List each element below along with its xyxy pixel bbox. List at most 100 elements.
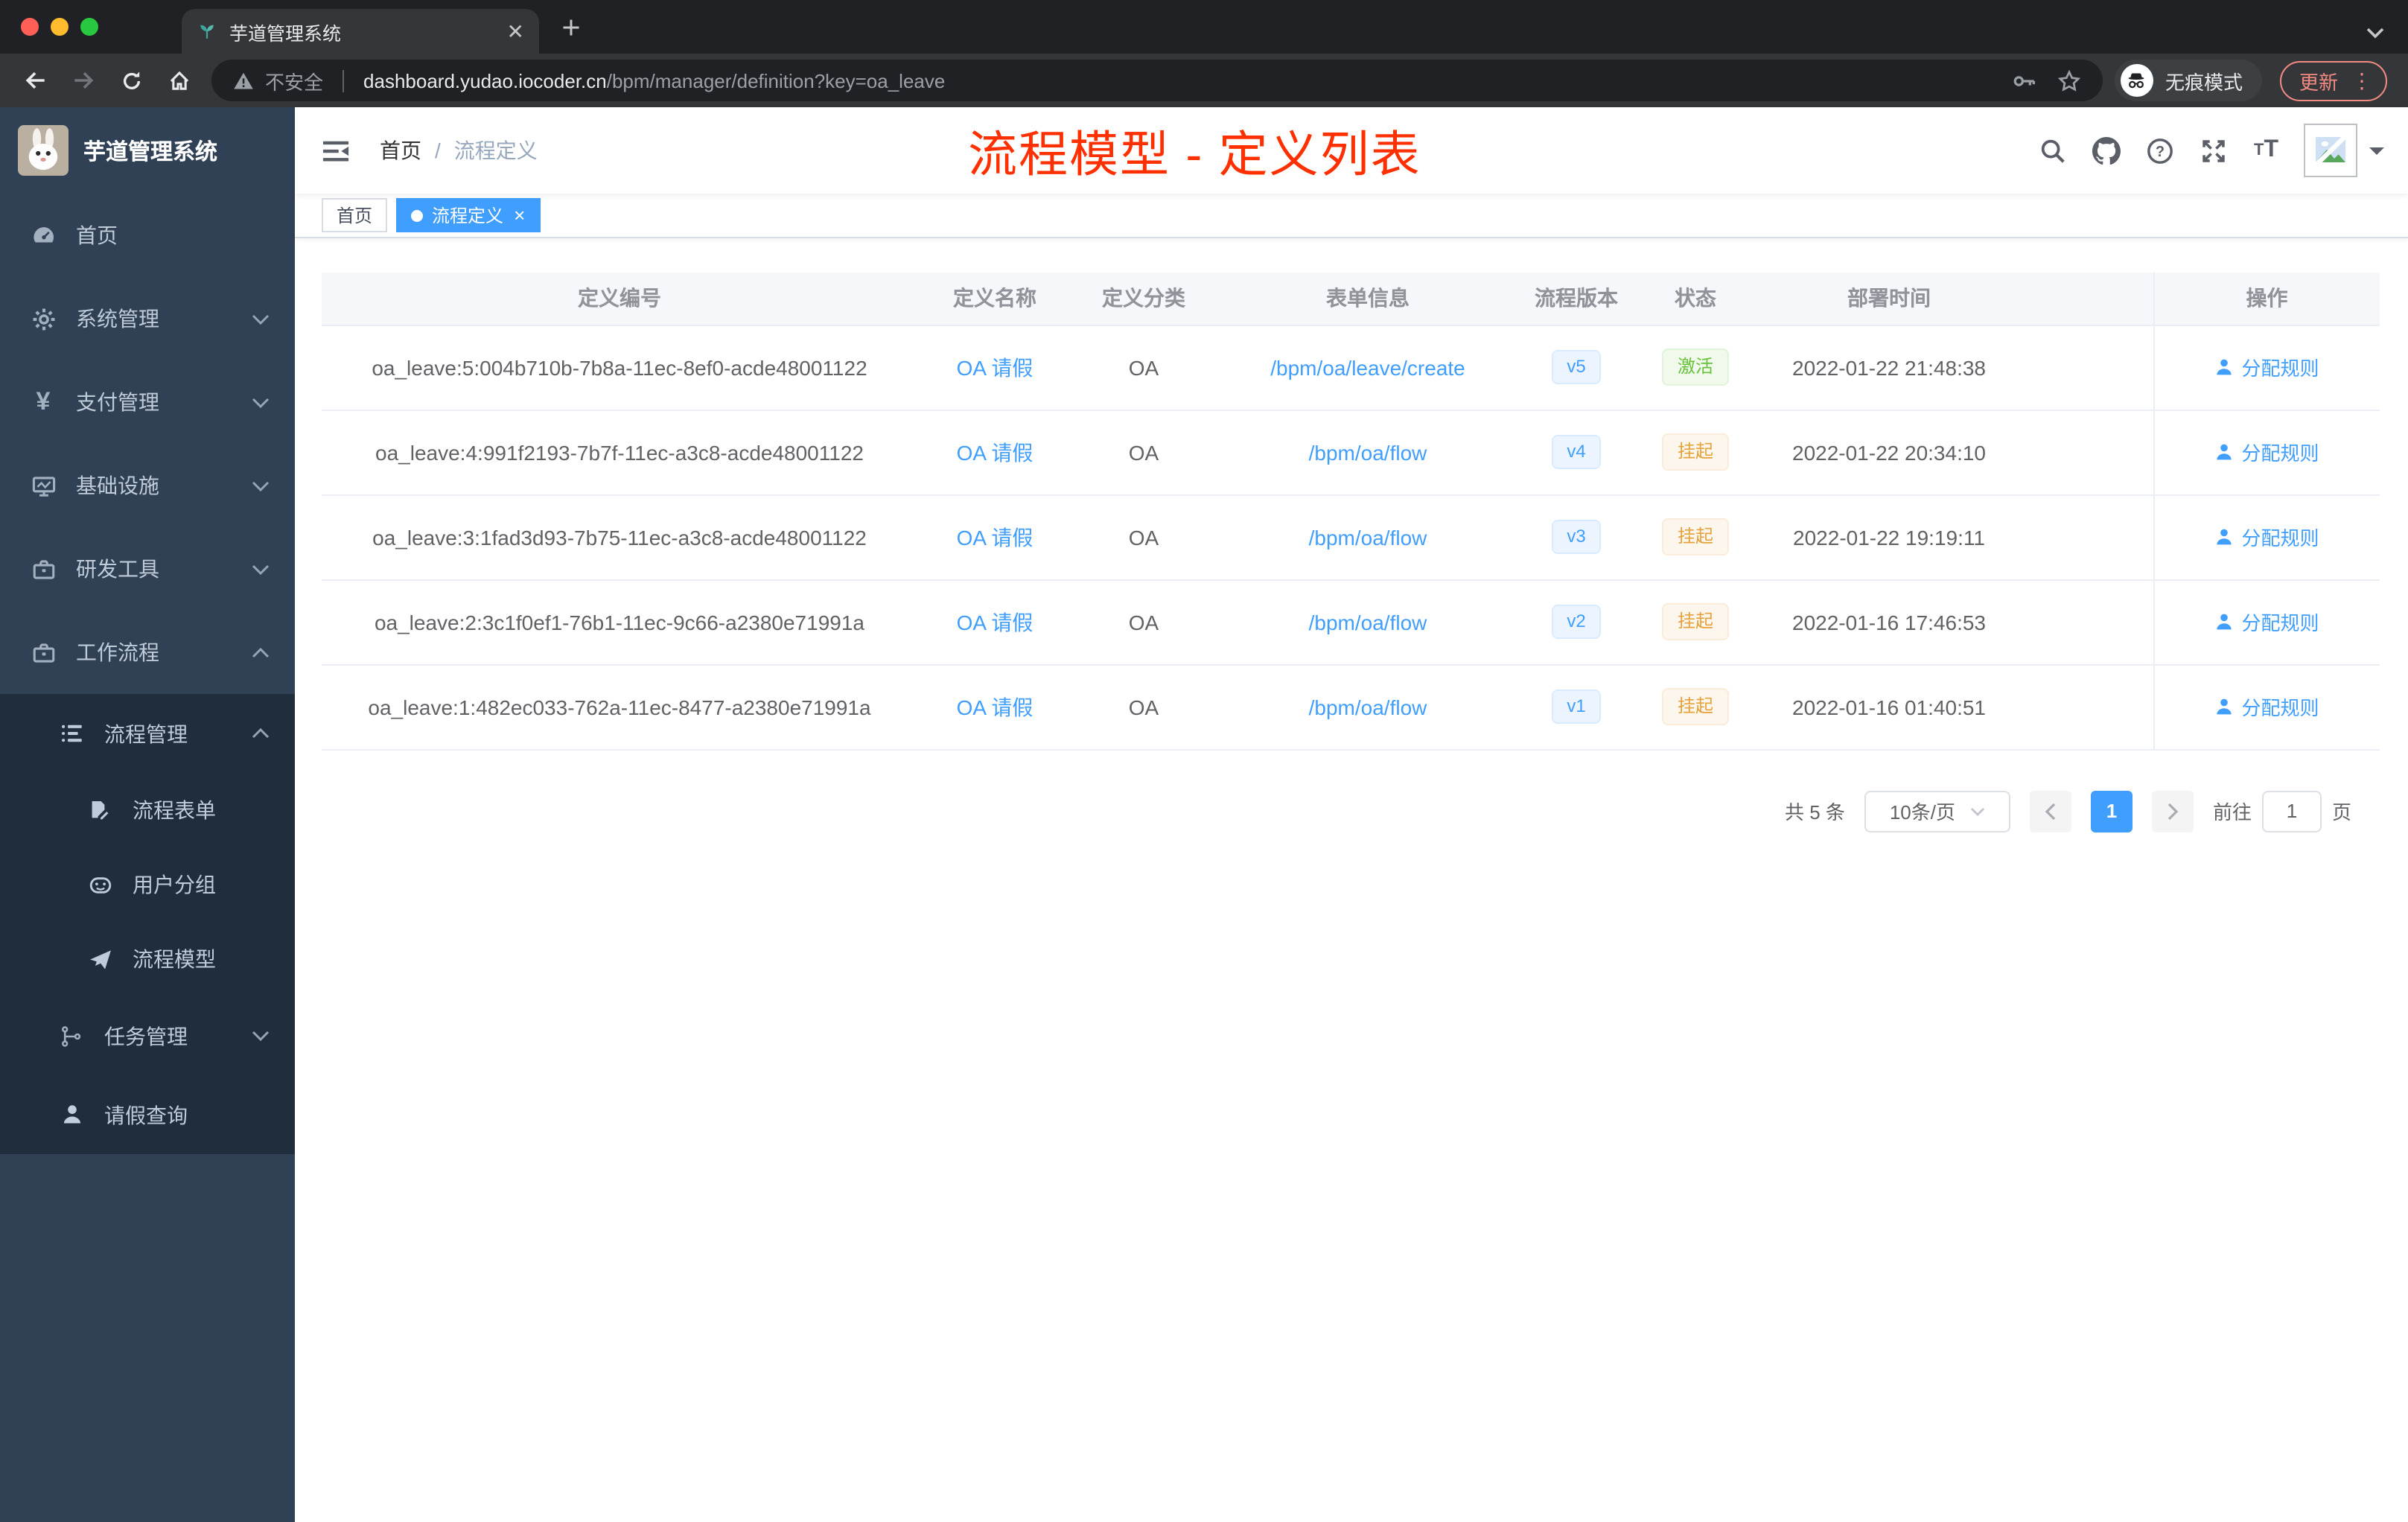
bookmark-star-icon[interactable] (2057, 68, 2082, 93)
next-page-button[interactable] (2151, 790, 2194, 832)
sidebar-menu: 首页 系统管理 ¥ 支付管理 基础设施 研发工具 工作流程 流程管理 流程表单 … (0, 194, 295, 1522)
breadcrumb-separator: / (435, 138, 441, 162)
new-tab-button[interactable] (560, 16, 582, 38)
prev-page-button[interactable] (2029, 790, 2071, 832)
current-page-button[interactable]: 1 (2090, 790, 2133, 832)
sidebar-item-home[interactable]: 首页 (0, 194, 295, 277)
definition-name-link[interactable]: OA 请假 (957, 440, 1033, 464)
table-row: oa_leave:1:482ec033-762a-11ec-8477-a2380… (322, 664, 2380, 750)
cell-deploy-time: 2022-01-22 21:48:38 (1759, 325, 2019, 410)
definition-name-link[interactable]: OA 请假 (957, 610, 1033, 634)
back-icon[interactable] (15, 60, 57, 101)
page-size-select[interactable]: 10条/页 (1864, 790, 2010, 832)
sidebar-item-system[interactable]: 系统管理 (0, 277, 295, 360)
briefcase-icon (28, 640, 58, 665)
address-bar[interactable]: 不安全 dashboard.yudao.iocoder.cn/bpm/manag… (211, 60, 2103, 101)
assign-rule-label: 分配规则 (2241, 697, 2319, 719)
col-status: 状态 (1632, 273, 1759, 325)
assign-rule-button[interactable]: 分配规则 (2214, 353, 2319, 381)
security-label[interactable]: 不安全 (265, 66, 323, 95)
browser-tab[interactable]: 芋道管理系统 ✕ (182, 9, 539, 54)
sidebar-item-process-model[interactable]: 流程模型 (0, 922, 295, 996)
table-row: oa_leave:2:3c1f0ef1-76b1-11ec-9c66-a2380… (322, 579, 2380, 665)
breadcrumb-home[interactable]: 首页 (380, 136, 421, 165)
assign-rule-button[interactable]: 分配规则 (2214, 692, 2319, 721)
tag-process-definition[interactable]: 流程定义 × (396, 198, 541, 232)
col-process-version: 流程版本 (1520, 273, 1632, 325)
url-host: dashboard.yudao.iocoder.cn (363, 69, 607, 92)
home-icon[interactable] (158, 60, 200, 101)
sidebar-item-label: 基础设施 (76, 474, 159, 497)
col-definition-category: 定义分类 (1072, 273, 1215, 325)
reload-icon[interactable] (110, 60, 152, 101)
zoom-window-button[interactable] (80, 18, 98, 36)
sidebar-item-user-group[interactable]: 用户分组 (0, 847, 295, 922)
search-icon[interactable] (2039, 136, 2068, 165)
cell-category: OA (1072, 494, 1215, 580)
minimize-window-button[interactable] (51, 18, 69, 36)
cell-filler (2019, 410, 2153, 495)
assign-rule-button[interactable]: 分配规则 (2214, 523, 2319, 551)
browser-update-button[interactable]: 更新 ⋮ (2279, 60, 2387, 101)
form-link[interactable]: /bpm/oa/flow (1309, 610, 1427, 634)
assign-rule-button[interactable]: 分配规则 (2214, 438, 2319, 466)
col-filler (2019, 273, 2153, 325)
version-badge: v3 (1552, 519, 1601, 555)
definition-name-link[interactable]: OA 请假 (957, 355, 1033, 379)
goto-page-input[interactable] (2261, 790, 2322, 832)
definition-name-link[interactable]: OA 请假 (957, 695, 1033, 719)
sidebar-item-infra[interactable]: 基础设施 (0, 444, 295, 527)
table-row: oa_leave:3:1fad3d93-7b75-11ec-a3c8-acde4… (322, 494, 2380, 580)
sidebar-collapse-icon[interactable] (319, 136, 362, 165)
form-link[interactable]: /bpm/oa/flow (1309, 695, 1427, 719)
form-link[interactable]: /bpm/oa/leave/create (1270, 355, 1465, 379)
help-icon[interactable]: ? (2147, 136, 2175, 165)
tag-home[interactable]: 首页 (322, 198, 388, 232)
browser-menu-icon[interactable]: ⋮ (2351, 68, 2372, 93)
sidebar-item-task-management[interactable]: 任务管理 (0, 996, 295, 1075)
font-size-icon[interactable]: TT (2254, 137, 2278, 164)
forward-icon[interactable] (63, 60, 104, 101)
sidebar-item-label: 首页 (76, 223, 118, 247)
sidebar-item-label: 流程表单 (133, 798, 216, 822)
cell-deploy-time: 2022-01-22 19:19:11 (1759, 494, 2019, 580)
sidebar-item-leave-query[interactable]: 请假查询 (0, 1075, 295, 1154)
github-icon[interactable] (2092, 136, 2121, 165)
favicon-plant-icon (197, 21, 217, 42)
version-badge: v4 (1552, 434, 1601, 470)
tab-close-icon[interactable]: ✕ (507, 19, 524, 44)
assign-rule-button[interactable]: 分配规则 (2214, 608, 2319, 636)
assign-rule-label: 分配规则 (2241, 357, 2319, 380)
status-badge: 挂起 (1662, 518, 1728, 555)
tab-search-chevron-icon[interactable] (2366, 19, 2384, 46)
sidebar-item-process-form[interactable]: 流程表单 (0, 773, 295, 847)
robot-face-icon (85, 872, 115, 897)
paper-plane-icon (85, 946, 115, 972)
page-title-annotation: 流程模型 - 定义列表 (968, 127, 1421, 182)
sidebar-logo[interactable]: 芋道管理系统 (0, 107, 295, 194)
status-badge: 激活 (1662, 348, 1728, 386)
table-header-row: 定义编号 定义名称 定义分类 表单信息 流程版本 状态 部署时间 操作 (322, 273, 2380, 325)
caret-down-icon (2369, 147, 2384, 162)
cell-definition-id: oa_leave:5:004b710b-7b8a-11ec-8ef0-acde4… (322, 325, 917, 410)
definition-name-link[interactable]: OA 请假 (957, 525, 1033, 549)
fullscreen-icon[interactable] (2200, 136, 2229, 165)
password-key-icon[interactable] (2012, 68, 2037, 93)
table-row: oa_leave:4:991f2193-7b7f-11ec-a3c8-acde4… (322, 410, 2380, 495)
logo-title: 芋道管理系统 (83, 139, 218, 165)
sidebar-item-devtools[interactable]: 研发工具 (0, 527, 295, 611)
user-menu[interactable] (2304, 124, 2384, 177)
form-link[interactable]: /bpm/oa/flow (1309, 440, 1427, 464)
close-window-button[interactable] (21, 18, 39, 36)
sidebar-item-label: 用户分组 (133, 873, 216, 897)
goto-page: 前往 页 (2213, 790, 2351, 832)
tag-close-icon[interactable]: × (514, 206, 525, 225)
workflow-submenu: 流程管理 流程表单 用户分组 流程模型 任务管理 请假查询 (0, 694, 295, 1154)
form-link[interactable]: /bpm/oa/flow (1309, 525, 1427, 549)
sidebar-item-workflow[interactable]: 工作流程 (0, 611, 295, 694)
cell-category: OA (1072, 579, 1215, 665)
sidebar-item-payment[interactable]: ¥ 支付管理 (0, 360, 295, 444)
sidebar-item-process-management[interactable]: 流程管理 (0, 694, 295, 773)
url-text[interactable]: dashboard.yudao.iocoder.cn/bpm/manager/d… (363, 69, 2001, 92)
main-area: 首页 / 流程定义 流程模型 - 定义列表 ? T T 首页 流程定义 × 定义… (295, 107, 2408, 1522)
